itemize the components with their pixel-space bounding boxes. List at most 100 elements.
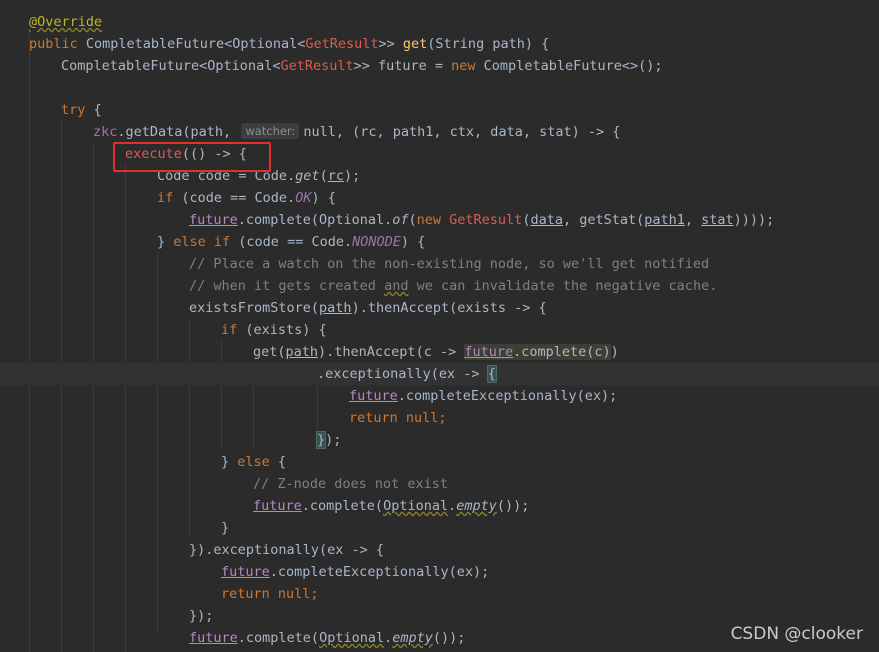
code-token: .exceptionally(ex -> bbox=[317, 366, 488, 382]
code-editor[interactable]: @Override public CompletableFuture<Optio… bbox=[0, 0, 879, 652]
code-line[interactable]: // Place a watch on the non-existing nod… bbox=[0, 253, 879, 275]
static-method-token: get bbox=[295, 168, 320, 184]
code-token: (String path) { bbox=[427, 36, 550, 52]
comment-token: we can invalidate the negative cache. bbox=[408, 278, 718, 294]
comment-token: // Place a watch on the non-existing nod… bbox=[189, 256, 710, 272]
field-token: future bbox=[189, 212, 238, 228]
parameter-hint: watcher: bbox=[241, 123, 300, 139]
variable-token: path bbox=[285, 344, 319, 360]
code-line[interactable]: // Z-node does not exist bbox=[0, 473, 879, 495]
code-token: { bbox=[612, 124, 621, 140]
field-token: future bbox=[349, 388, 398, 404]
static-method-token: of bbox=[392, 212, 409, 228]
code-token: , bbox=[684, 212, 702, 228]
field-token: future bbox=[221, 564, 270, 580]
code-token: .complete( bbox=[237, 630, 320, 646]
code-line[interactable]: public CompletableFuture<Optional<GetRes… bbox=[0, 33, 879, 55]
static-field-token: NONODE bbox=[352, 234, 401, 250]
code-line[interactable]: }).exceptionally(ex -> { bbox=[0, 539, 879, 561]
variable-token: rc bbox=[327, 168, 344, 184]
code-line[interactable]: get(path).thenAccept(c -> future.complet… bbox=[0, 341, 879, 363]
code-token: null, (rc, path1, ctx, data, stat) -> bbox=[303, 124, 613, 140]
code-token: .getData(path, bbox=[117, 124, 240, 140]
code-token: ); bbox=[325, 432, 342, 448]
code-token: existsFromStore( bbox=[189, 300, 320, 316]
code-line[interactable]: future.complete(Optional.empty()); bbox=[0, 495, 879, 517]
code-token: ( bbox=[319, 168, 328, 184]
code-line[interactable]: } bbox=[0, 517, 879, 539]
comment-token: and bbox=[384, 278, 409, 294]
comment-token: // Z-node does not exist bbox=[253, 476, 449, 492]
static-field-token: OK bbox=[295, 190, 312, 206]
variable-token: data bbox=[530, 212, 563, 228]
matched-brace: { bbox=[486, 365, 497, 383]
code-line[interactable]: @Override bbox=[0, 11, 879, 33]
code-token: ) bbox=[610, 344, 619, 360]
keyword-token: null; bbox=[397, 410, 447, 426]
code-line[interactable]: try { bbox=[0, 99, 879, 121]
code-token: ) { bbox=[400, 234, 426, 250]
error-token: GetResult bbox=[305, 36, 379, 52]
variable-token: path1 bbox=[644, 212, 685, 228]
code-line[interactable]: return null; bbox=[0, 583, 879, 605]
code-token: .completeExceptionally(ex); bbox=[397, 388, 618, 404]
error-token: GetResult bbox=[449, 212, 523, 228]
code-token: Optional bbox=[383, 498, 449, 514]
keyword-token: return bbox=[349, 410, 398, 426]
code-line[interactable]: if (code == Code.OK) { bbox=[0, 187, 879, 209]
code-token: )))); bbox=[733, 212, 775, 228]
code-line[interactable]: // when it gets created and we can inval… bbox=[0, 275, 879, 297]
code-line[interactable]: existsFromStore(path).thenAccept(exists … bbox=[0, 297, 879, 319]
comment-token: // when it gets created bbox=[189, 278, 385, 294]
watermark: CSDN @clooker bbox=[730, 624, 863, 644]
keyword-token: new bbox=[416, 212, 442, 228]
code-token: ()); bbox=[432, 630, 466, 646]
code-token: (code == Code. bbox=[173, 190, 296, 206]
code-token: , getStat( bbox=[562, 212, 645, 228]
code-token: } bbox=[221, 520, 230, 536]
annotation-token: @Override bbox=[29, 14, 103, 30]
code-token: .complete( bbox=[301, 498, 384, 514]
code-token: ()); bbox=[496, 498, 530, 514]
field-token: future bbox=[253, 498, 302, 514]
static-method-token: empty bbox=[392, 630, 433, 646]
code-token: ( bbox=[408, 212, 417, 228]
keyword-token: new bbox=[451, 58, 476, 74]
code-token: ).thenAccept(c -> bbox=[318, 344, 465, 360]
code-token: .completeExceptionally(ex); bbox=[269, 564, 490, 580]
code-token: Optional bbox=[319, 630, 385, 646]
code-line[interactable]: CompletableFuture<Optional<GetResult>> f… bbox=[0, 55, 879, 77]
code-token: (code == Code. bbox=[230, 234, 353, 250]
code-token: } bbox=[157, 234, 174, 250]
variable-token: path bbox=[319, 300, 352, 316]
code-token: >> future = bbox=[353, 58, 452, 74]
code-line[interactable]: future.completeExceptionally(ex); bbox=[0, 385, 879, 407]
code-token: >> bbox=[378, 36, 403, 52]
code-line[interactable]: future.completeExceptionally(ex); bbox=[0, 561, 879, 583]
code-token: .complete(Optional. bbox=[237, 212, 393, 228]
current-line[interactable]: .exceptionally(ex -> { bbox=[0, 363, 879, 385]
code-token: { bbox=[269, 454, 287, 470]
code-token: } bbox=[221, 454, 238, 470]
field-token: zkc bbox=[93, 124, 118, 140]
keyword-token: try bbox=[61, 102, 86, 118]
code-token: . bbox=[448, 498, 457, 514]
code-token: CompletableFuture<>(); bbox=[475, 58, 663, 74]
code-line[interactable]: }); bbox=[0, 429, 879, 451]
field-token: future bbox=[464, 344, 514, 360]
code-line[interactable]: future.complete(Optional.of(new GetResul… bbox=[0, 209, 879, 231]
code-token: }).exceptionally(ex -> { bbox=[189, 542, 385, 558]
code-token: . bbox=[384, 630, 393, 646]
keyword-token: return bbox=[221, 586, 270, 602]
code-token: (exists) { bbox=[237, 322, 327, 338]
keyword-token: if bbox=[157, 190, 174, 206]
code-line[interactable]: if (exists) { bbox=[0, 319, 879, 341]
keyword-token: if bbox=[221, 322, 238, 338]
code-line[interactable]: } else if (code == Code.NONODE) { bbox=[0, 231, 879, 253]
code-token: CompletableFuture<Optional< bbox=[61, 58, 281, 74]
code-line[interactable]: zkc.getData(path, watcher: null, (rc, pat… bbox=[0, 121, 879, 143]
code-token: ).thenAccept(exists -> { bbox=[351, 300, 547, 316]
code-line[interactable]: } else { bbox=[0, 451, 879, 473]
code-line[interactable]: return null; bbox=[0, 407, 879, 429]
